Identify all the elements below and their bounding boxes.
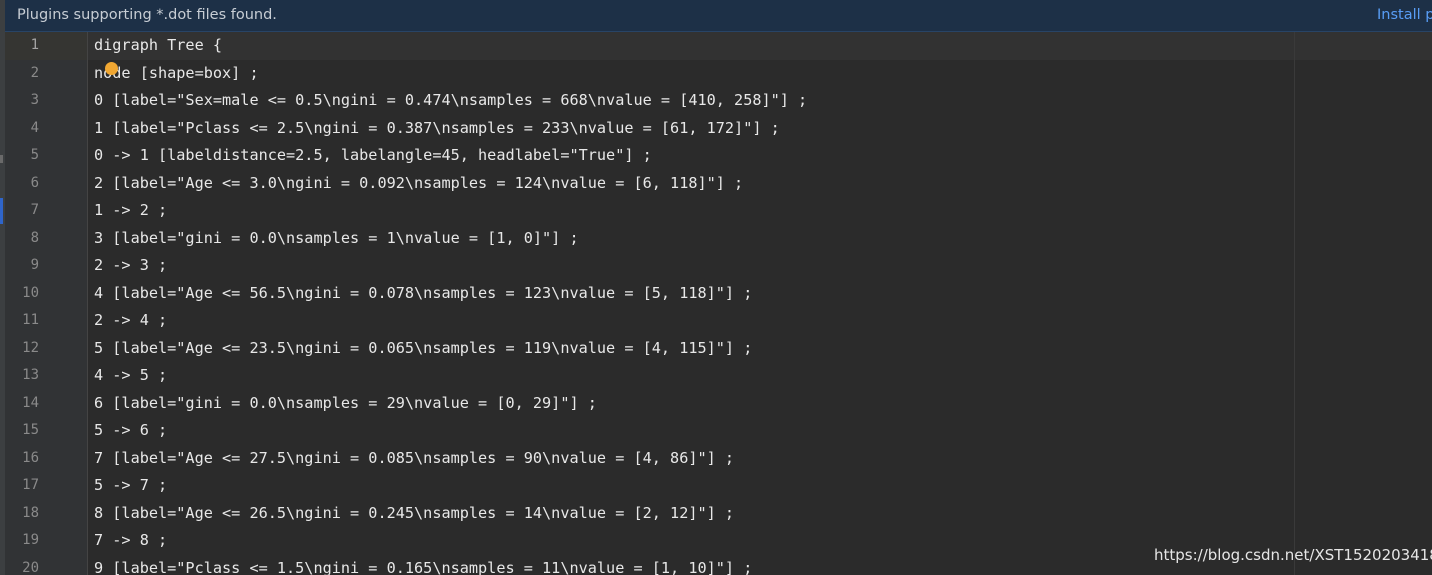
lightbulb-icon[interactable] <box>105 62 118 75</box>
code-line[interactable]: 5 -> 7 ; <box>94 476 167 494</box>
line-number: 16 <box>22 449 39 466</box>
code-line[interactable]: 0 [label="Sex=male <= 0.5\ngini = 0.474\… <box>94 91 807 109</box>
line-number: 19 <box>22 532 39 548</box>
line-number-gutter[interactable]: 1 2 3 4 5 6 7 8 9 10 11 12 13 14 15 16 17 18 19 20 <box>5 32 87 575</box>
line-number: 20 <box>22 559 39 575</box>
code-line[interactable]: 8 [label="Age <= 26.5\ngini = 0.245\nsam… <box>94 504 734 522</box>
code-line[interactable]: 4 -> 5 ; <box>94 366 167 384</box>
current-line-highlight <box>88 32 1432 60</box>
line-number: 2 <box>30 64 39 81</box>
plugin-notification-banner: Plugins supporting *.dot files found. In… <box>5 0 1432 32</box>
code-line[interactable]: 6 [label="gini = 0.0\nsamples = 29\nvalu… <box>94 394 597 412</box>
line-number: 14 <box>22 394 39 411</box>
code-line[interactable]: 0 -> 1 [labeldistance=2.5, labelangle=45… <box>94 146 652 164</box>
code-line[interactable]: 2 -> 4 ; <box>94 311 167 329</box>
code-line[interactable]: 4 [label="Age <= 56.5\ngini = 0.078\nsam… <box>94 284 752 302</box>
line-number: 8 <box>30 229 39 246</box>
install-plugins-link[interactable]: Install p <box>1377 7 1432 23</box>
line-number: 10 <box>22 284 39 301</box>
code-line[interactable]: 1 [label="Pclass <= 2.5\ngini = 0.387\ns… <box>94 119 780 137</box>
code-line[interactable]: 1 -> 2 ; <box>94 201 167 219</box>
code-line[interactable]: node [shape=box] ; <box>94 64 259 82</box>
code-line[interactable]: 2 [label="Age <= 3.0\ngini = 0.092\nsamp… <box>94 174 743 192</box>
tool-strip-marker <box>0 155 3 163</box>
code-line[interactable]: 7 -> 8 ; <box>94 531 167 549</box>
line-number: 6 <box>30 174 39 191</box>
line-number: 9 <box>30 257 39 273</box>
tool-strip-active-marker <box>0 198 3 224</box>
right-margin-guide <box>1294 32 1295 575</box>
code-line[interactable]: 3 [label="gini = 0.0\nsamples = 1\nvalue… <box>94 229 579 247</box>
line-number: 18 <box>22 504 39 521</box>
code-line[interactable]: 7 [label="Age <= 27.5\ngini = 0.085\nsam… <box>94 449 734 467</box>
line-number: 5 <box>30 147 39 163</box>
code-line[interactable]: 5 -> 6 ; <box>94 421 167 439</box>
line-number: 7 <box>30 202 39 218</box>
line-number: 13 <box>22 367 39 383</box>
code-line[interactable]: digraph Tree { <box>94 36 222 54</box>
watermark: https://blog.csdn.net/XST1520203418 <box>1154 546 1432 564</box>
line-number: 17 <box>22 477 39 493</box>
code-line[interactable]: 9 [label="Pclass <= 1.5\ngini = 0.165\ns… <box>94 559 752 575</box>
line-number: 4 <box>30 119 39 136</box>
line-number: 15 <box>22 422 39 438</box>
line-number: 12 <box>22 339 39 356</box>
code-editor[interactable]: digraph Tree { node [shape=box] ; 0 [label… <box>88 32 1432 575</box>
code-line[interactable]: 5 [label="Age <= 23.5\ngini = 0.065\nsam… <box>94 339 752 357</box>
code-line[interactable]: 2 -> 3 ; <box>94 256 167 274</box>
line-number: 1 <box>30 37 39 53</box>
line-number: 3 <box>30 92 39 108</box>
notification-message: Plugins supporting *.dot files found. <box>17 7 277 23</box>
line-number: 11 <box>22 312 39 328</box>
